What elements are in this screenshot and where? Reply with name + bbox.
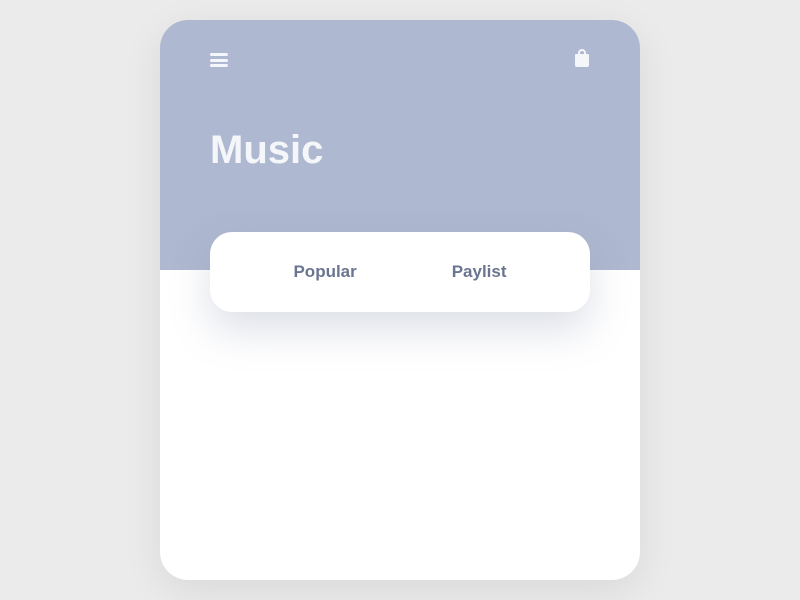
tab-popular[interactable]: Popular: [293, 262, 356, 282]
tab-playlist[interactable]: Paylist: [452, 262, 507, 282]
shopping-bag-icon[interactable]: [574, 49, 590, 72]
music-card: Music Popular Paylist: [160, 20, 640, 580]
page-title: Music: [210, 128, 590, 173]
menu-icon[interactable]: [210, 53, 228, 67]
topbar: [210, 48, 590, 72]
tabs-card: Popular Paylist: [210, 232, 590, 312]
